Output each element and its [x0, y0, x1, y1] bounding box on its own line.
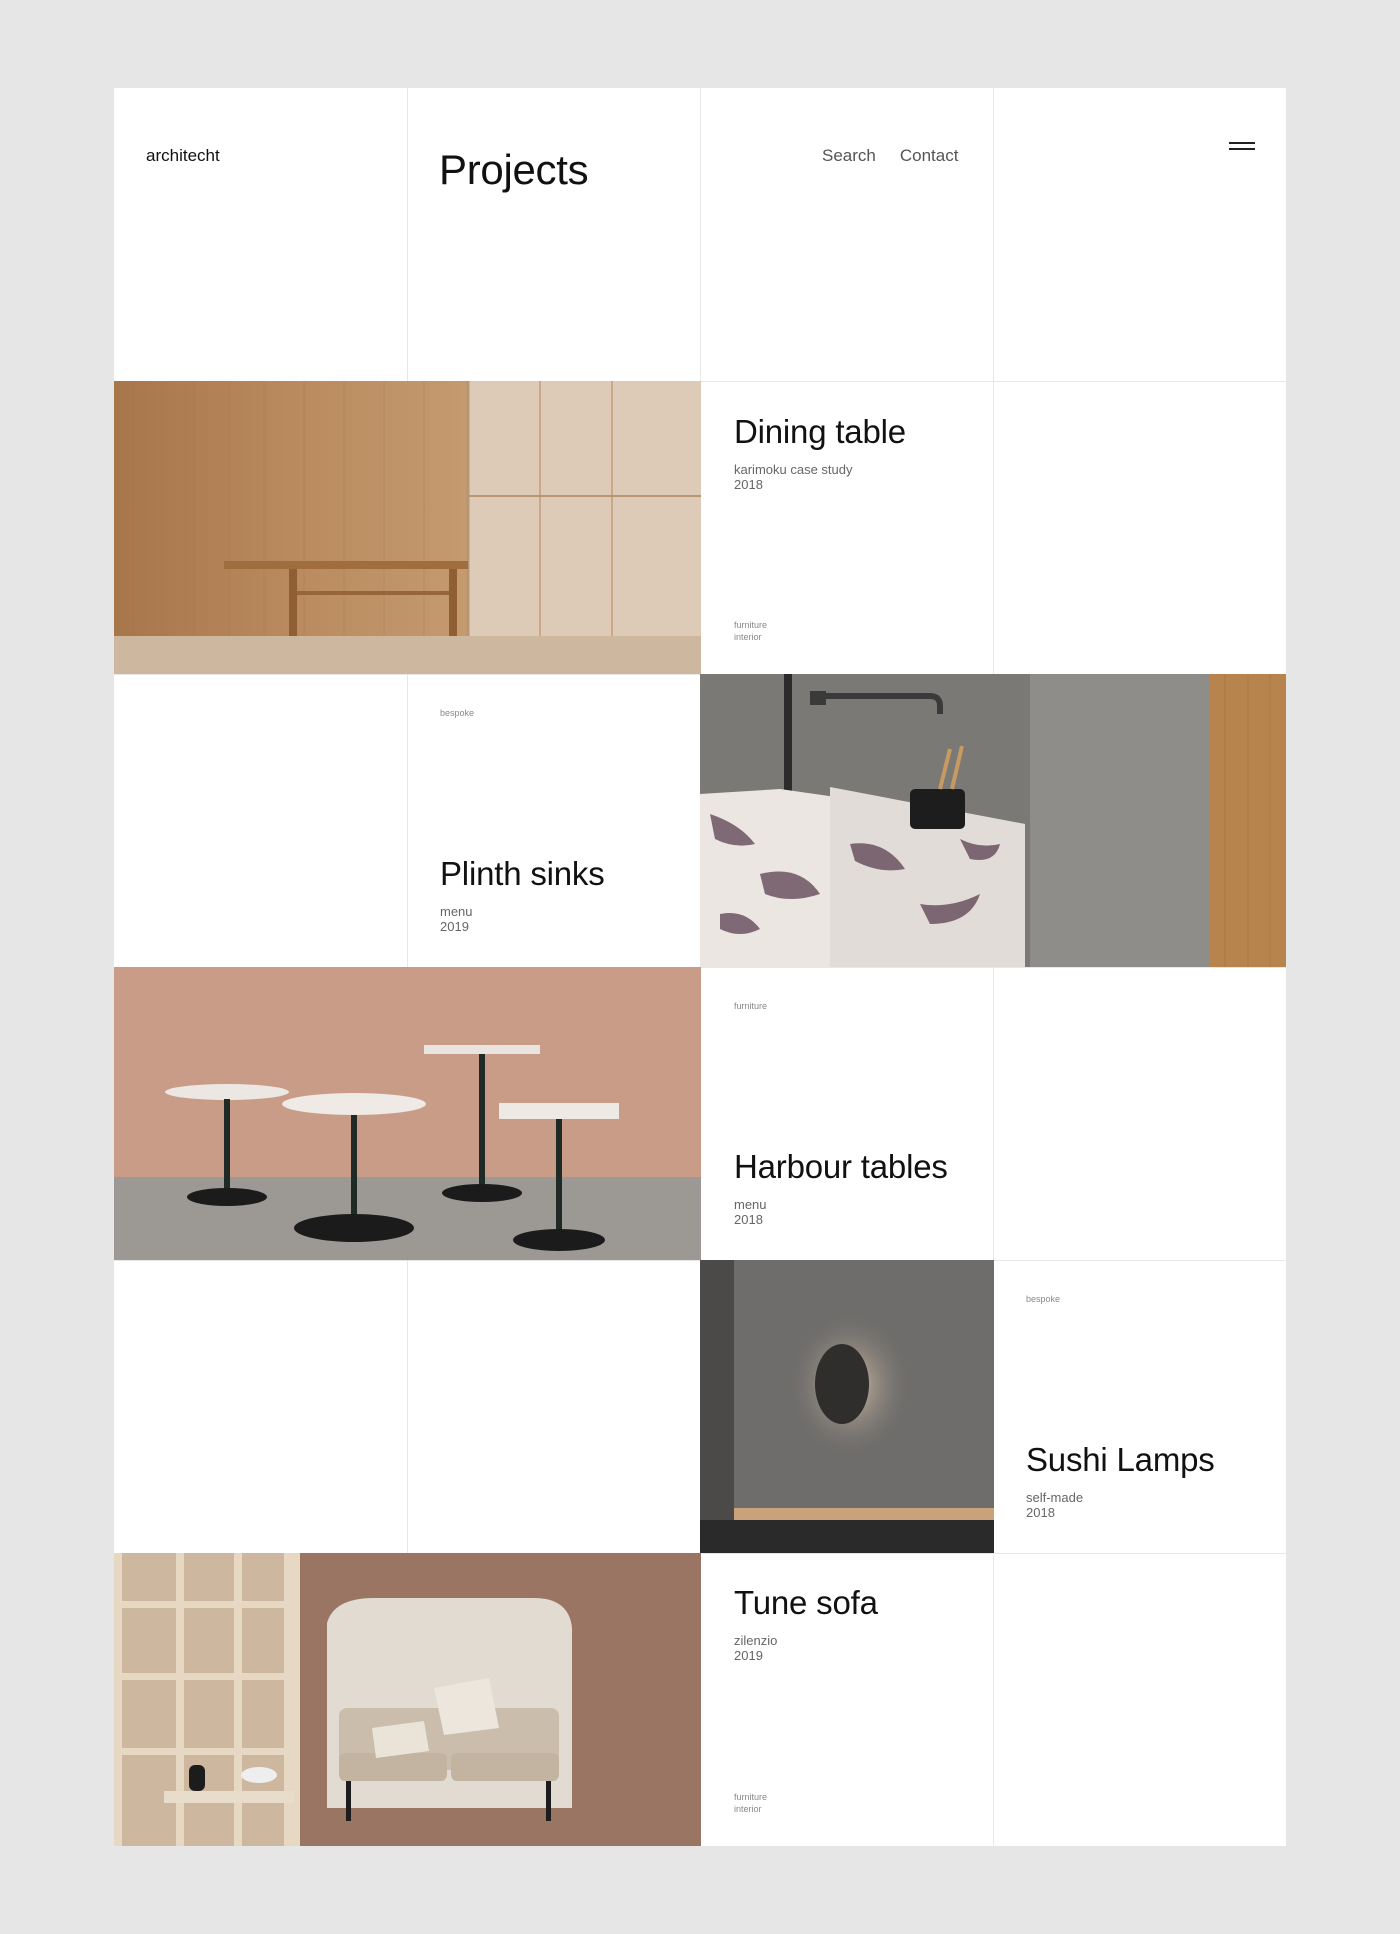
project-tag: bespoke [1026, 1294, 1061, 1304]
project-title[interactable]: Dining table [734, 415, 906, 448]
site-logo[interactable]: architecht [146, 146, 220, 166]
project-year: 2018 [734, 477, 763, 492]
project-tag: furniture [734, 1792, 768, 1802]
project-tags: furniture [734, 1000, 767, 1012]
project-title[interactable]: Sushi Lamps [1026, 1443, 1215, 1476]
project-year: 2019 [734, 1648, 763, 1663]
hamburger-menu-icon[interactable] [1229, 142, 1255, 154]
project-title[interactable]: Harbour tables [734, 1150, 948, 1183]
project-tags: bespoke [440, 707, 474, 719]
project-card-plinth-sinks: Plinth sinks menu 2019 [440, 857, 605, 934]
project-tag: bespoke [440, 708, 475, 718]
project-client: self-made [1026, 1490, 1084, 1505]
project-client: karimoku case study [734, 462, 853, 477]
harbour-tables-image[interactable] [114, 967, 701, 1260]
project-tags: furniture interior [734, 1791, 767, 1815]
project-title[interactable]: Tune sofa [734, 1586, 878, 1619]
project-tag: interior [734, 632, 762, 642]
page-panel: architecht Projects Search Contact Dinin… [114, 88, 1286, 1846]
project-card-sushi-lamps: Sushi Lamps self-made 2018 [1026, 1443, 1215, 1520]
project-client: menu [440, 904, 473, 919]
project-year: 2019 [440, 919, 469, 934]
tune-sofa-image[interactable] [114, 1553, 701, 1846]
nav-search-link[interactable]: Search [822, 146, 876, 166]
project-tag: furniture [734, 620, 768, 630]
project-tags: bespoke [1026, 1293, 1060, 1305]
project-client: zilenzio [734, 1633, 778, 1648]
project-tags: furniture interior [734, 619, 767, 643]
project-tag: interior [734, 1804, 762, 1814]
project-client: menu [734, 1197, 767, 1212]
plinth-sinks-image[interactable] [700, 674, 1286, 967]
project-card-tune-sofa: Tune sofa zilenzio 2019 [734, 1586, 878, 1663]
project-card-harbour-tables: Harbour tables menu 2018 [734, 1150, 948, 1227]
top-nav: Search Contact [822, 146, 958, 166]
nav-contact-link[interactable]: Contact [900, 146, 959, 166]
dining-table-image[interactable] [114, 381, 701, 674]
sushi-lamps-image[interactable] [700, 1260, 994, 1553]
project-year: 2018 [734, 1212, 763, 1227]
project-card-dining-table: Dining table karimoku case study 2018 [734, 415, 906, 492]
project-title[interactable]: Plinth sinks [440, 857, 605, 890]
project-tag: furniture [734, 1001, 768, 1011]
project-year: 2018 [1026, 1505, 1055, 1520]
page-title: Projects [439, 146, 589, 193]
